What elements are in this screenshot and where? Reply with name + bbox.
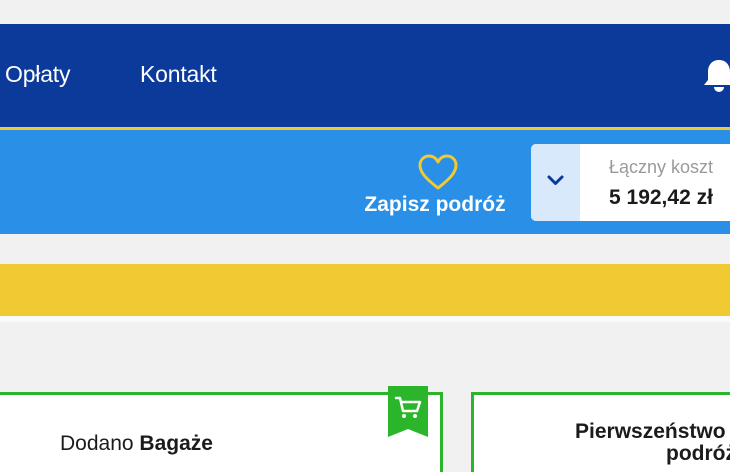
total-cost-panel: Łączny koszt 5 192,42 zł bbox=[531, 144, 730, 221]
yellow-banner bbox=[0, 264, 730, 316]
save-trip-button[interactable]: Zapisz podróż bbox=[360, 152, 510, 222]
baggage-name: Bagaże bbox=[139, 432, 213, 455]
priority-card-subtitle: podróż bbox=[666, 442, 730, 465]
cart-icon bbox=[388, 386, 428, 437]
chevron-down-icon bbox=[547, 175, 564, 185]
baggage-prefix: Dodano bbox=[60, 432, 134, 455]
banner-divider bbox=[0, 316, 730, 322]
trip-summary-bar: Zapisz podróż Łączny koszt 5 192,42 zł bbox=[0, 130, 730, 234]
bell-icon[interactable] bbox=[699, 56, 730, 96]
top-strip bbox=[0, 0, 730, 24]
baggage-card-title: Dodano Bagaże bbox=[60, 431, 213, 457]
total-cost-value: 5 192,42 zł bbox=[609, 186, 713, 209]
heart-icon bbox=[417, 154, 459, 192]
nav-link-oplaty[interactable]: Opłaty bbox=[5, 60, 70, 88]
total-cost-label: Łączny koszt bbox=[609, 157, 714, 177]
save-trip-label: Zapisz podróż bbox=[364, 193, 506, 216]
nav-link-kontakt[interactable]: Kontakt bbox=[140, 60, 217, 88]
cost-details-toggle[interactable] bbox=[531, 144, 580, 221]
main-navbar: Opłaty Kontakt bbox=[0, 24, 730, 127]
